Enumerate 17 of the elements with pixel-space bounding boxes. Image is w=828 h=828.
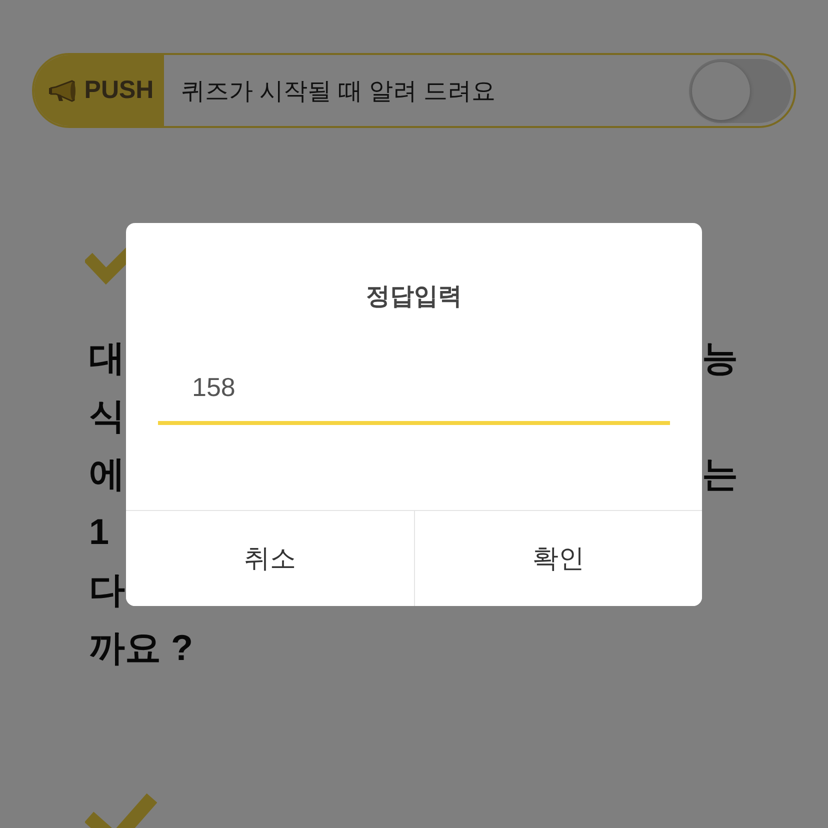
push-message: 퀴즈가 시작될 때 알려 드려요 <box>181 76 496 106</box>
push-toggle[interactable] <box>689 58 791 122</box>
question-text: 1 <box>89 511 110 553</box>
check-icon <box>85 792 157 828</box>
dialog-title: 정답입력 <box>366 282 462 312</box>
question-text: 능 <box>702 336 739 380</box>
question-text: 다 <box>89 568 125 612</box>
question-text: 까요 ? <box>89 626 193 670</box>
answer-field[interactable]: 158 <box>158 352 670 424</box>
check-icon <box>85 245 126 285</box>
confirm-button[interactable]: 확인 <box>414 510 702 606</box>
megaphone-icon <box>48 78 78 102</box>
push-label: PUSH <box>84 76 154 105</box>
question-text: 에 <box>89 452 125 496</box>
question-text: 대 <box>89 336 125 380</box>
question-text: 는 <box>702 452 739 496</box>
question-text: 식 <box>89 394 125 438</box>
